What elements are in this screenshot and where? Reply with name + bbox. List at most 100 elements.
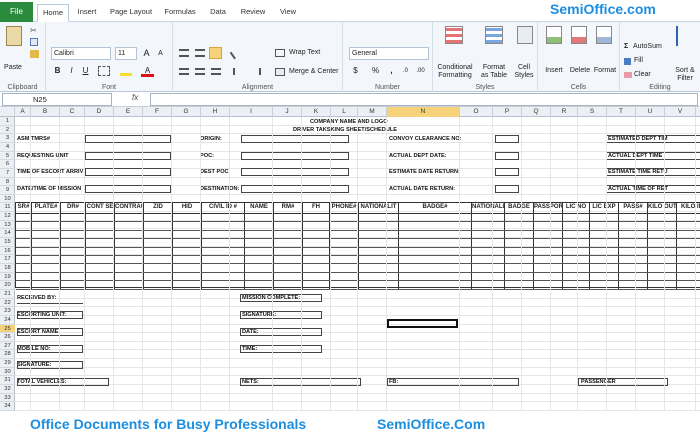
field-datetime-mission[interactable]: [85, 185, 171, 193]
align-bottom-icon[interactable]: [209, 47, 222, 59]
table-row[interactable]: [16, 255, 700, 256]
row-header-32[interactable]: 32: [0, 385, 15, 394]
merge-center-icon[interactable]: [275, 68, 285, 76]
align-center-icon[interactable]: [195, 68, 205, 75]
field-received-by[interactable]: [17, 302, 83, 304]
field-requesting-unit[interactable]: [85, 152, 171, 160]
delete-cells-icon[interactable]: [571, 26, 587, 44]
conditional-formatting-button[interactable]: Conditional Formatting: [435, 64, 475, 80]
column-header-u[interactable]: U: [636, 107, 665, 117]
align-top-icon[interactable]: [179, 49, 189, 57]
field-escort-name[interactable]: [17, 328, 83, 336]
table-row[interactable]: [16, 238, 700, 240]
row-header-23[interactable]: 23: [0, 307, 15, 316]
row-header-33[interactable]: 33: [0, 394, 15, 403]
sort-filter-icon[interactable]: [676, 26, 688, 46]
column-header-a[interactable]: A: [15, 107, 31, 117]
font-size-select[interactable]: 11: [115, 47, 137, 60]
field-est-date-return[interactable]: [495, 168, 519, 176]
field-escorting-unit[interactable]: [17, 311, 83, 319]
field-time[interactable]: [240, 345, 322, 353]
align-middle-icon[interactable]: [195, 49, 205, 57]
row-header-15[interactable]: 15: [0, 238, 15, 247]
row-header-12[interactable]: 12: [0, 212, 15, 221]
column-header-c[interactable]: C: [60, 107, 85, 117]
column-header-t[interactable]: T: [607, 107, 636, 117]
format-as-table-icon[interactable]: [485, 26, 503, 44]
underline-button[interactable]: U: [79, 65, 92, 77]
font-color-button[interactable]: A: [141, 65, 154, 77]
italic-button[interactable]: I: [65, 65, 78, 77]
tab-insert[interactable]: Insert: [72, 4, 102, 22]
format-painter-icon[interactable]: [30, 50, 39, 58]
cell-styles-button[interactable]: Cell Styles: [511, 64, 537, 80]
table-row[interactable]: [16, 221, 700, 223]
field-signature-left[interactable]: [17, 361, 83, 369]
insert-function-icon[interactable]: fx: [132, 93, 138, 102]
format-as-table-button[interactable]: Format as Table: [477, 64, 511, 80]
row-header-14[interactable]: 14: [0, 229, 15, 239]
align-right-icon[interactable]: [211, 68, 221, 75]
column-header-i[interactable]: I: [230, 107, 273, 117]
decrease-decimal-button[interactable]: .00: [414, 65, 427, 77]
field-actual-date-return[interactable]: [495, 185, 519, 193]
row-header-17[interactable]: 17: [0, 255, 15, 264]
shrink-font-button[interactable]: A: [154, 48, 167, 60]
row-header-11[interactable]: 11: [0, 203, 15, 213]
column-header-m[interactable]: M: [358, 107, 387, 117]
column-header-o[interactable]: O: [460, 107, 493, 117]
row-header-9[interactable]: 9: [0, 186, 15, 195]
worksheet-grid[interactable]: COMPANY NAME AND LOGO DRIVER TAKSKING SH…: [15, 117, 700, 411]
field-passenger[interactable]: [578, 378, 668, 386]
column-header-e[interactable]: E: [114, 107, 143, 117]
field-mobile-no[interactable]: [17, 345, 83, 353]
field-destination[interactable]: [241, 185, 349, 193]
column-header-s[interactable]: S: [578, 107, 607, 117]
tab-review[interactable]: Review: [236, 4, 270, 22]
font-name-select[interactable]: Calibri: [51, 47, 111, 60]
column-header-j[interactable]: J: [273, 107, 302, 117]
column-header-h[interactable]: H: [201, 107, 230, 117]
field-convoy[interactable]: [495, 135, 519, 143]
row-header-18[interactable]: 18: [0, 264, 15, 273]
row-header-29[interactable]: 29: [0, 359, 15, 368]
wrap-text-icon[interactable]: [275, 49, 285, 57]
field-actual-time-return[interactable]: [606, 185, 700, 193]
autosum-icon[interactable]: Σ: [624, 43, 628, 50]
insert-cells-button[interactable]: Insert: [540, 67, 568, 75]
field-actual-dept-time[interactable]: [606, 152, 700, 160]
field-mission-complete[interactable]: [240, 294, 322, 302]
table-row[interactable]: [16, 263, 700, 265]
formula-input[interactable]: [150, 93, 698, 106]
orientation-icon[interactable]: [229, 46, 244, 60]
row-header-28[interactable]: 28: [0, 350, 15, 360]
clear-button[interactable]: Clear: [634, 71, 651, 78]
table-row[interactable]: [16, 280, 700, 282]
column-header-l[interactable]: L: [331, 107, 358, 117]
field-date[interactable]: [240, 328, 322, 336]
row-header-19[interactable]: 19: [0, 273, 15, 282]
tab-file[interactable]: File: [0, 2, 33, 22]
field-signature-right[interactable]: [240, 311, 322, 319]
row-header-31[interactable]: 31: [0, 376, 15, 386]
column-header-r[interactable]: R: [551, 107, 578, 117]
number-format-select[interactable]: General: [349, 47, 429, 60]
decrease-indent-icon[interactable]: [233, 68, 243, 75]
table-row[interactable]: [16, 288, 700, 290]
clear-icon[interactable]: [624, 72, 632, 78]
borders-icon[interactable]: [98, 66, 110, 76]
tab-home[interactable]: Home: [37, 4, 69, 22]
increase-decimal-button[interactable]: .0: [399, 65, 412, 77]
format-cells-button[interactable]: Format: [590, 67, 620, 75]
field-fb[interactable]: [387, 378, 519, 386]
paste-icon[interactable]: [6, 26, 22, 46]
row-header-5[interactable]: 5: [0, 152, 15, 161]
table-row[interactable]: [16, 271, 700, 273]
tab-data[interactable]: Data: [204, 4, 232, 22]
paste-button[interactable]: Paste: [2, 64, 24, 72]
row-header-3[interactable]: 3: [0, 134, 15, 143]
increase-indent-icon[interactable]: [251, 68, 261, 75]
column-header-g[interactable]: G: [172, 107, 201, 117]
autosum-button[interactable]: AutoSum: [633, 43, 662, 50]
sort-filter-button[interactable]: Sort & Filter: [670, 67, 700, 83]
